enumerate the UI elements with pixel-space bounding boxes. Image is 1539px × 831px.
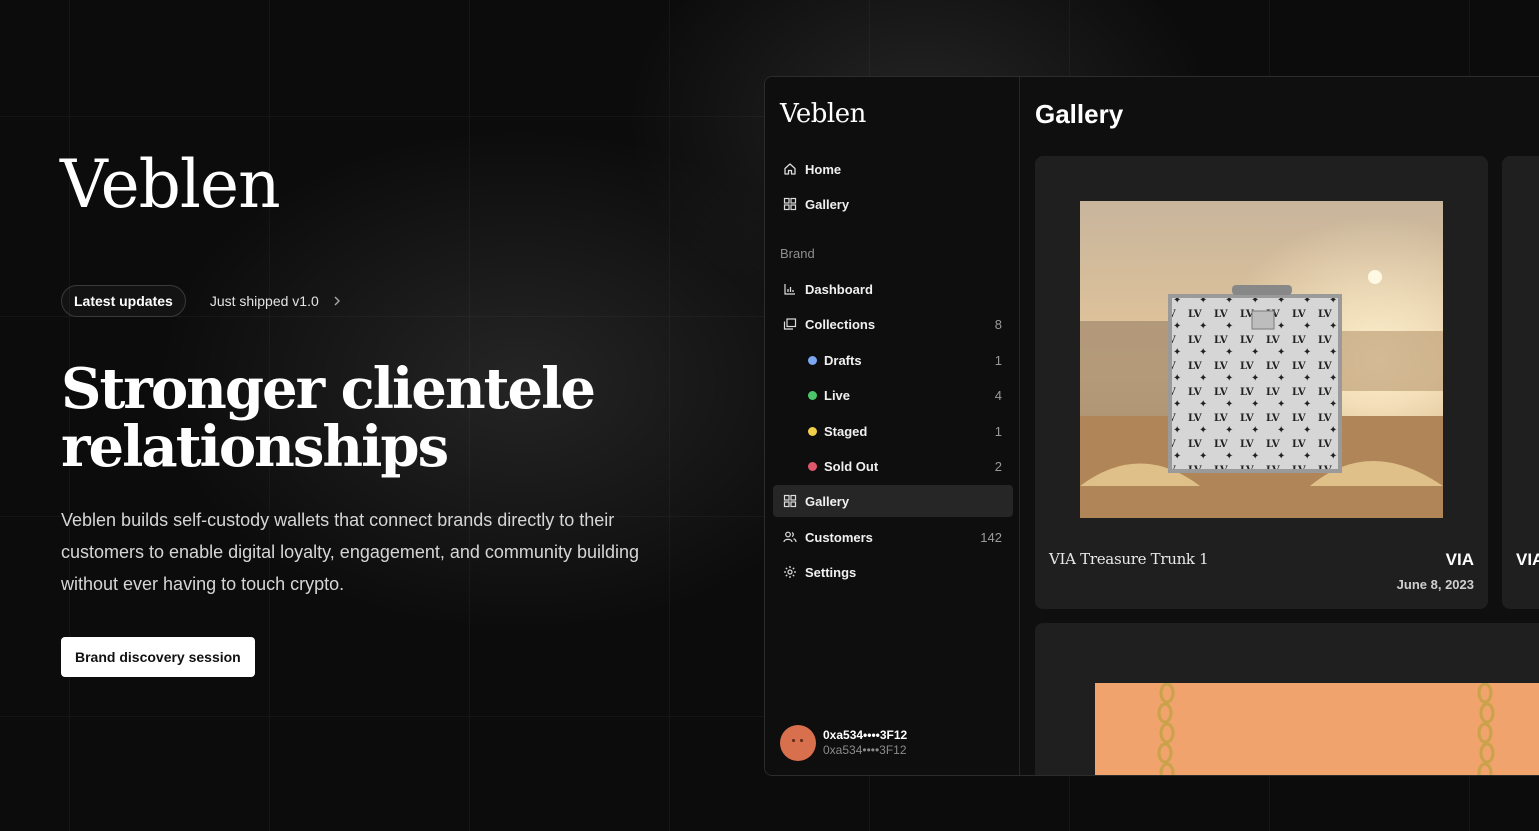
sidebar-logo: Veblen (780, 99, 866, 129)
card-brand: VIA (1516, 550, 1539, 569)
gallery-icon (783, 197, 797, 211)
updates-bar: Latest updates Just shipped v1.0 (61, 285, 343, 317)
sidebar-item-label: Staged (824, 423, 868, 439)
sold-out-status-dot (808, 461, 817, 471)
drafts-status-dot (808, 355, 817, 365)
hero-logo: Veblen (60, 146, 281, 223)
sidebar-item-live[interactable]: Live 4 (773, 379, 1013, 411)
staged-status-dot (808, 426, 817, 436)
collections-icon (783, 318, 797, 330)
live-count: 4 (994, 387, 1002, 403)
gallery-card[interactable]: LV ✦ VIA Treasure T (1035, 156, 1488, 609)
sidebar-item-label: Customers (805, 529, 873, 545)
collections-count: 8 (994, 316, 1002, 332)
users-icon (783, 531, 797, 543)
wallet-address: 0xa534••••3F12 (823, 728, 908, 742)
latest-updates-pill[interactable]: Latest updates (61, 285, 186, 317)
sidebar-item-label: Drafts (824, 352, 862, 368)
sidebar-item-drafts[interactable]: Drafts 1 (773, 344, 1013, 376)
live-status-dot (808, 390, 817, 400)
sidebar: Veblen Home Gallery Brand Dashboard Coll… (765, 77, 1020, 775)
gear-icon (784, 566, 796, 578)
chevron-right-icon (334, 296, 340, 306)
sidebar-item-label: Collections (805, 316, 876, 332)
chain-bag-image (1095, 683, 1539, 775)
drafts-count: 1 (994, 352, 1002, 368)
sidebar-item-customers[interactable]: Customers 142 (773, 521, 1013, 553)
main-content: Gallery VIA Treasure Trunk 1 VIA June 8,… (1020, 77, 1539, 775)
page-title: Gallery (1035, 99, 1124, 129)
wallet-address-secondary: 0xa534••••3F12 (823, 743, 907, 757)
sidebar-item-label: Gallery (805, 196, 850, 212)
staged-count: 1 (994, 423, 1002, 439)
sold-out-count: 2 (994, 458, 1002, 474)
card-date: June 8, 2023 (1396, 577, 1474, 592)
wallet-account[interactable]: 0xa534••••3F12 0xa534••••3F12 (780, 725, 907, 761)
sidebar-item-gallery[interactable]: Gallery (773, 485, 1013, 517)
sidebar-item-label: Live (824, 387, 851, 403)
sidebar-item-gallery-top[interactable]: Gallery (773, 188, 1013, 220)
sidebar-item-dashboard[interactable]: Dashboard (773, 273, 1013, 305)
gallery-icon (783, 494, 797, 508)
bar-chart-icon (784, 284, 795, 295)
just-shipped-label: Just shipped v1.0 (209, 293, 319, 309)
gallery-card[interactable]: VIA (1502, 156, 1539, 609)
sidebar-section-brand: Brand (780, 246, 815, 261)
card-brand: VIA (1445, 550, 1474, 569)
sidebar-item-label: Home (805, 161, 842, 177)
gallery-card[interactable] (1035, 623, 1539, 775)
sidebar-item-label: Sold Out (824, 458, 879, 474)
card-title: VIA Treasure Trunk 1 (1049, 550, 1209, 568)
just-shipped-link[interactable]: Just shipped v1.0 (210, 293, 343, 309)
hero-subcopy: Veblen builds self-custody wallets that … (61, 510, 639, 594)
sidebar-item-staged[interactable]: Staged 1 (773, 415, 1013, 447)
sidebar-item-collections[interactable]: Collections 8 (773, 308, 1013, 340)
avatar (780, 725, 816, 761)
home-icon (784, 163, 796, 175)
sidebar-item-label: Gallery (805, 493, 850, 509)
sidebar-item-label: Settings (805, 564, 857, 580)
sidebar-item-settings[interactable]: Settings (773, 556, 1013, 588)
trunk-image: LV ✦ (1080, 201, 1443, 518)
sidebar-item-sold-out[interactable]: Sold Out 2 (773, 450, 1013, 482)
sidebar-item-home[interactable]: Home (773, 153, 1013, 185)
sidebar-item-label: Dashboard (805, 281, 873, 297)
hero-headline: Stronger clientele relationships (61, 356, 596, 480)
customers-count: 142 (980, 529, 1002, 545)
brand-discovery-button[interactable]: Brand discovery session (61, 637, 255, 677)
app-window: Veblen Home Gallery Brand Dashboard Coll… (764, 76, 1539, 776)
